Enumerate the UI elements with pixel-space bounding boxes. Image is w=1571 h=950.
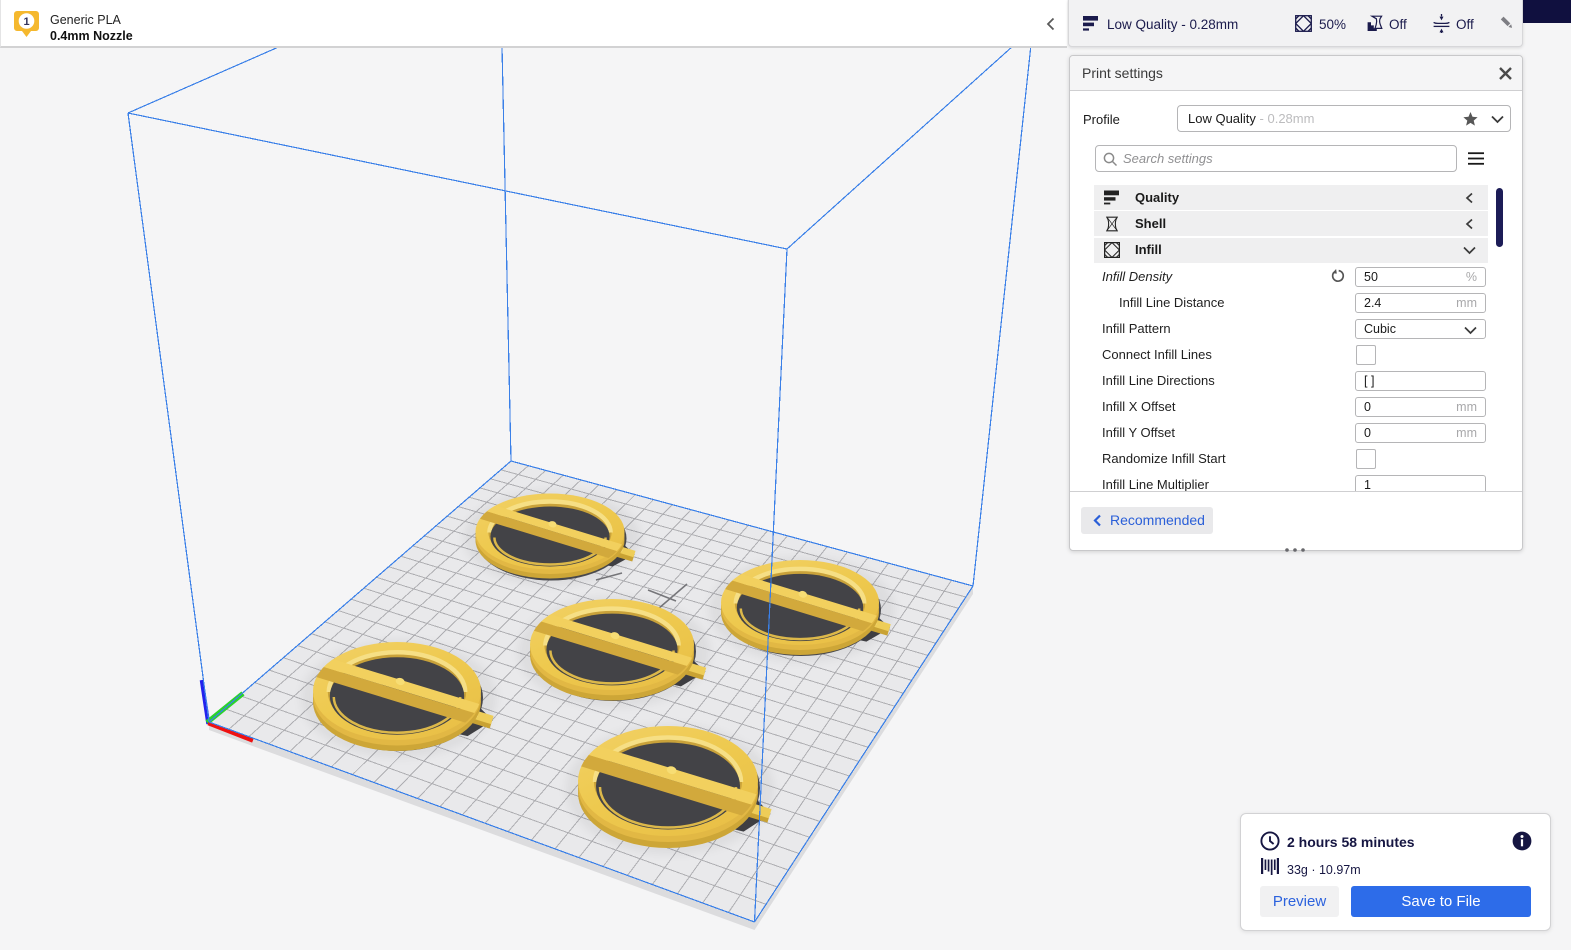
svg-text:1: 1 (23, 16, 29, 28)
